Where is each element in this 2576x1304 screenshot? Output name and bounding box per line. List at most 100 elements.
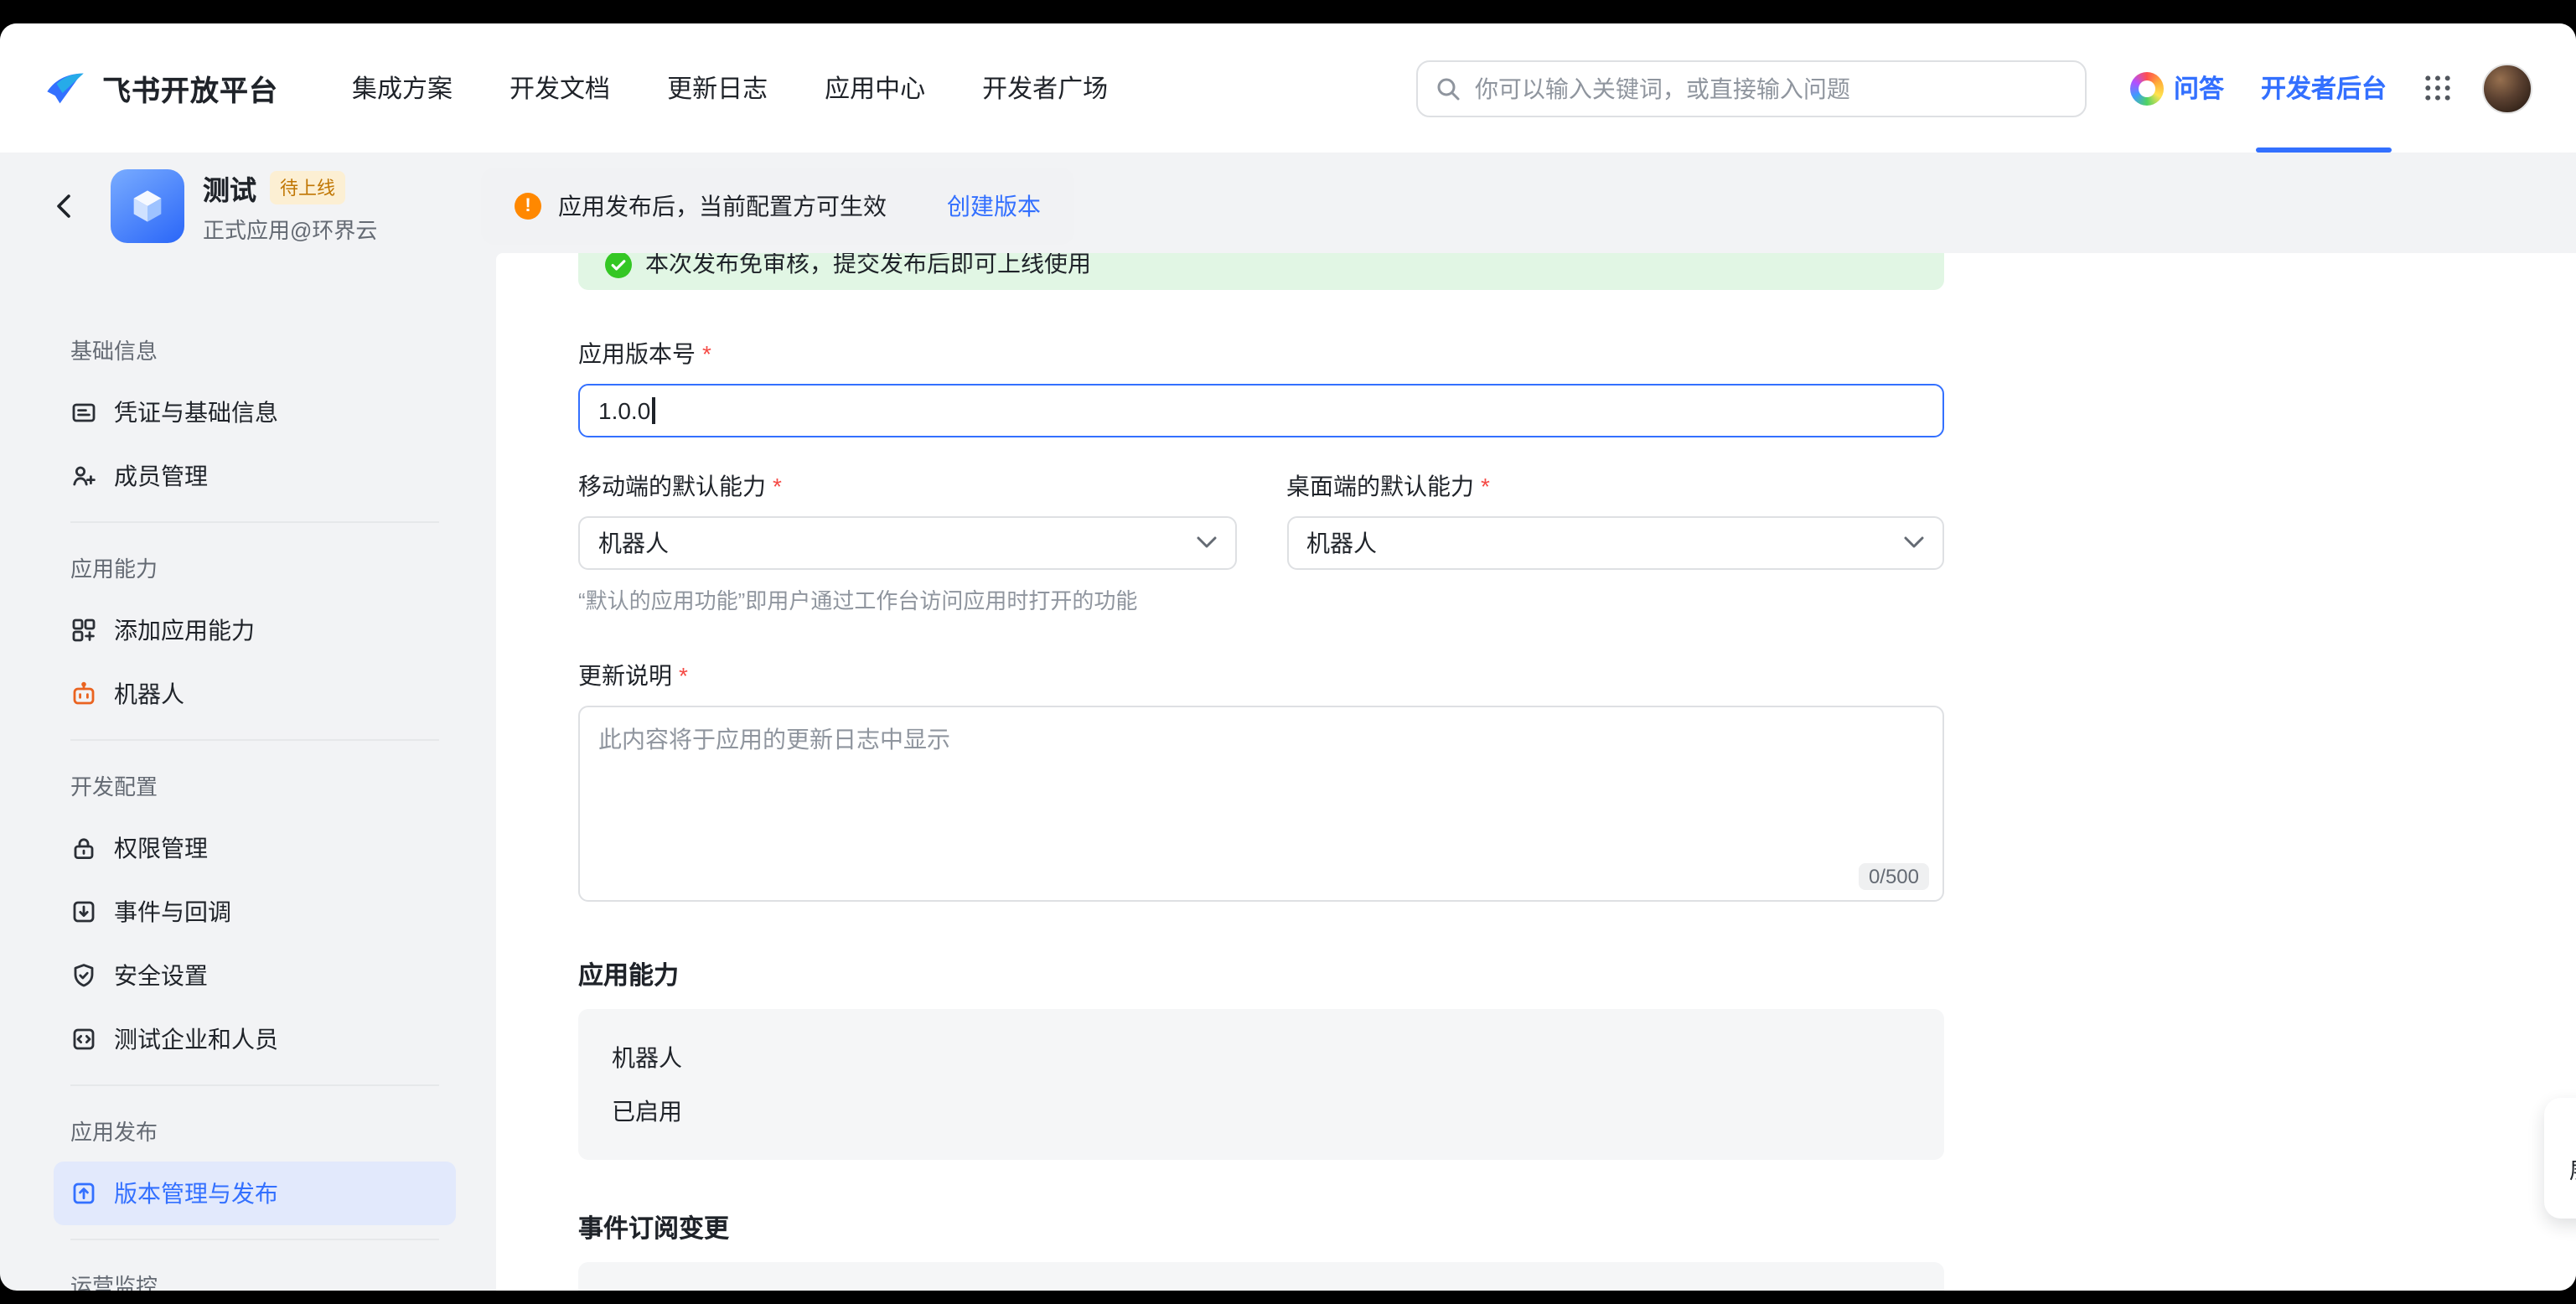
qa-label: 问答 xyxy=(2174,70,2224,106)
sidebar-item-test-corp[interactable]: 测试企业和人员 xyxy=(54,1007,456,1071)
sidebar-item-label: 机器人 xyxy=(114,677,184,711)
sidebar-divider xyxy=(70,1239,439,1240)
sidebar-item-label: 安全设置 xyxy=(114,959,208,992)
sidebar-item-add-capability[interactable]: 添加应用能力 xyxy=(54,598,456,662)
nav-app-center[interactable]: 应用中心 xyxy=(825,70,925,106)
capability-status: 已启用 xyxy=(612,1094,1911,1128)
mobile-capability-select[interactable]: 机器人 xyxy=(578,516,1236,570)
chevron-down-icon xyxy=(1196,536,1216,550)
sidebar-item-label: 测试企业和人员 xyxy=(114,1022,278,1056)
add-capability-icon xyxy=(70,617,97,644)
chevron-left-icon xyxy=(50,191,80,221)
desktop-capability-select[interactable]: 机器人 xyxy=(1286,516,1944,570)
app-meta: 测试 待上线 正式应用@环界云 xyxy=(203,168,377,245)
app-name: 测试 xyxy=(203,168,256,208)
sidebar-item-label: 权限管理 xyxy=(114,831,208,865)
nav-dev-marketplace[interactable]: 开发者广场 xyxy=(982,70,1108,106)
publish-up-icon xyxy=(70,1180,97,1207)
event-inbox-icon xyxy=(70,898,97,925)
events-panel xyxy=(578,1262,1944,1291)
sidebar-item-version-release[interactable]: 版本管理与发布 xyxy=(54,1162,456,1225)
sidebar-section-release: 应用发布 xyxy=(54,1100,456,1162)
sidebar-item-label: 添加应用能力 xyxy=(114,613,255,647)
check-circle-icon xyxy=(605,253,632,278)
sidebar-item-bot[interactable]: 机器人 xyxy=(54,662,456,726)
required-mark: * xyxy=(1481,469,1490,503)
nav-integration[interactable]: 集成方案 xyxy=(352,70,453,106)
sidebar-item-permissions[interactable]: 权限管理 xyxy=(54,816,456,880)
search-box[interactable] xyxy=(1416,60,2087,116)
main-nav: 集成方案 开发文档 更新日志 应用中心 开发者广场 xyxy=(352,70,1108,106)
release-notes-label: 更新说明 * xyxy=(578,659,2576,692)
capability-name: 机器人 xyxy=(612,1041,1911,1074)
version-input[interactable]: 1.0.0 xyxy=(578,384,1944,437)
sidebar-section-basic-info: 基础信息 xyxy=(54,318,456,380)
sidebar-section-ops-monitoring: 运营监控 xyxy=(54,1254,456,1291)
desktop-capability-label: 桌面端的默认能力 * xyxy=(1286,469,1944,503)
feishu-logo-icon xyxy=(44,66,87,110)
screen: 飞书开放平台 集成方案 开发文档 更新日志 应用中心 开发者广场 xyxy=(0,0,2576,1304)
release-notes-placeholder: 此内容将于应用的更新日志中显示 xyxy=(598,726,950,753)
sidebar-item-label: 成员管理 xyxy=(114,459,208,493)
alert-text: 应用发布后，当前配置方可生效 xyxy=(558,189,887,223)
apps-grid-icon[interactable] xyxy=(2423,74,2452,102)
code-brackets-icon xyxy=(70,1026,97,1053)
search-icon xyxy=(1435,75,1461,101)
sidebar-divider xyxy=(70,1084,439,1086)
developer-console-label: 开发者后台 xyxy=(2261,70,2387,106)
sidebar-divider xyxy=(70,739,439,741)
qa-icon xyxy=(2130,71,2164,105)
sidebar-item-members[interactable]: 成员管理 xyxy=(54,444,456,508)
robot-icon xyxy=(70,680,97,707)
required-mark: * xyxy=(702,337,711,370)
default-capability-row: 移动端的默认能力 * 机器人 桌面端的默认能力 * xyxy=(578,469,1944,570)
sidebar-divider xyxy=(70,521,439,523)
main-content: 本次发布免审核，提交发布后即可上线使用 应用版本号 * 1.0.0 移动端的默认… xyxy=(496,253,2576,1291)
top-right-cluster: 问答 开发者后台 xyxy=(2130,23,2532,153)
nav-changelog[interactable]: 更新日志 xyxy=(667,70,768,106)
nav-dev-docs[interactable]: 开发文档 xyxy=(510,70,610,106)
required-mark: * xyxy=(679,659,688,692)
release-notes-textarea[interactable]: 此内容将于应用的更新日志中显示 0/500 xyxy=(578,706,1944,902)
app-header-bar: 测试 待上线 正式应用@环界云 ! 应用发布后，当前配置方可生效 创建版本 xyxy=(0,153,2576,260)
brand-home-link[interactable]: 飞书开放平台 xyxy=(44,66,278,110)
capability-panel: 机器人 已启用 xyxy=(578,1009,1944,1160)
expand-button[interactable]: « 展开 xyxy=(2544,1098,2576,1219)
sidebar-item-security[interactable]: 安全设置 xyxy=(54,944,456,1007)
search-input[interactable] xyxy=(1475,75,2068,101)
app-icon xyxy=(111,169,184,243)
brand-title: 飞书开放平台 xyxy=(102,67,278,109)
tab-developer-console[interactable]: 开发者后台 xyxy=(2261,23,2387,153)
sidebar-item-events-callbacks[interactable]: 事件与回调 xyxy=(54,880,456,944)
version-value: 1.0.0 xyxy=(598,397,650,424)
create-version-link[interactable]: 创建版本 xyxy=(947,189,1041,223)
publish-alert-banner: ! 应用发布后，当前配置方可生效 创建版本 xyxy=(481,168,1074,245)
sidebar-section-dev-config: 开发配置 xyxy=(54,754,456,816)
chevron-down-icon xyxy=(1904,536,1924,550)
mobile-capability-label: 移动端的默认能力 * xyxy=(578,469,1236,503)
app-subtitle: 正式应用@环界云 xyxy=(203,213,377,245)
default-capability-hint: “默认的应用功能”即用户通过工作台访问应用时打开的功能 xyxy=(578,583,2576,615)
capability-heading: 应用能力 xyxy=(578,957,2576,992)
top-navigation-bar: 飞书开放平台 集成方案 开发文档 更新日志 应用中心 开发者广场 xyxy=(0,23,2576,153)
app-window: 飞书开放平台 集成方案 开发文档 更新日志 应用中心 开发者广场 xyxy=(0,23,2576,1291)
cube-icon xyxy=(124,183,171,230)
member-add-icon xyxy=(70,463,97,489)
back-button[interactable] xyxy=(44,184,87,228)
sidebar-item-label: 版本管理与发布 xyxy=(114,1177,278,1210)
char-counter: 0/500 xyxy=(1859,863,1929,890)
lock-icon xyxy=(70,835,97,862)
qa-link[interactable]: 问答 xyxy=(2130,70,2224,106)
sidebar-item-credentials[interactable]: 凭证与基础信息 xyxy=(54,380,456,444)
sidebar-item-label: 凭证与基础信息 xyxy=(114,396,278,429)
sidebar: 基础信息 凭证与基础信息 成员管理 应用能力 xyxy=(54,318,456,1291)
id-card-icon xyxy=(70,399,97,426)
shield-check-icon xyxy=(70,962,97,989)
events-heading: 事件订阅变更 xyxy=(578,1210,2576,1245)
success-banner-text: 本次发布免审核，提交发布后即可上线使用 xyxy=(645,253,1091,280)
status-badge: 待上线 xyxy=(270,171,345,204)
sidebar-section-capabilities: 应用能力 xyxy=(54,536,456,598)
avatar[interactable] xyxy=(2482,63,2532,113)
warning-icon: ! xyxy=(515,193,541,220)
expand-label: 展开 xyxy=(2569,1153,2576,1185)
